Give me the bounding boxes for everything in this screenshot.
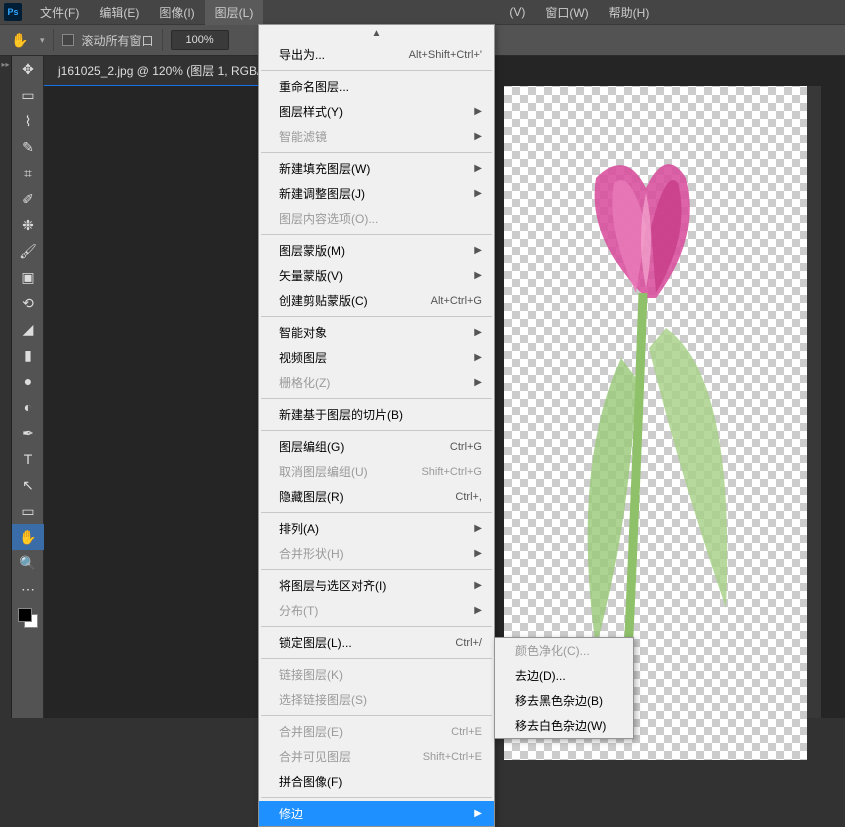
menu-select-linked: 选择链接图层(S) — [259, 687, 494, 712]
submenu-color-decon: 颜色净化(C)... — [495, 638, 633, 663]
scroll-up-icon[interactable]: ▲ — [259, 25, 494, 42]
menu-combine-shapes: 合并形状(H)▶ — [259, 541, 494, 566]
menu-new-slice[interactable]: 新建基于图层的切片(B) — [259, 402, 494, 427]
shape-tool[interactable]: ▭ — [12, 498, 44, 524]
menu-image[interactable]: 图像(I) — [149, 0, 204, 25]
menu-link: 链接图层(K) — [259, 662, 494, 687]
brush-tool[interactable]: 🖌 — [12, 238, 44, 264]
layer-menu-dropdown: ▲ 导出为...Alt+Shift+Ctrl+' 重命名图层... 图层样式(Y… — [258, 24, 495, 827]
healing-tool[interactable]: ❉ — [12, 212, 44, 238]
menu-smart-filter: 智能滤镜▶ — [259, 124, 494, 149]
type-tool[interactable]: T — [12, 446, 44, 472]
menu-arrange[interactable]: 排列(A)▶ — [259, 516, 494, 541]
matting-submenu: 颜色净化(C)... 去边(D)... 移去黑色杂边(B) 移去白色杂边(W) — [494, 637, 634, 739]
move-tool[interactable]: ✥ — [12, 56, 44, 82]
hand-tool[interactable]: ✋ — [12, 524, 44, 550]
chevron-down-icon[interactable]: ▾ — [40, 35, 45, 46]
menu-rasterize: 栅格化(Z)▶ — [259, 370, 494, 395]
menu-file[interactable]: 文件(F) — [30, 0, 89, 25]
submenu-defringe[interactable]: 去边(D)... — [495, 663, 633, 688]
marquee-tool[interactable]: ▭ — [12, 82, 44, 108]
scroll-all-checkbox[interactable] — [62, 34, 74, 46]
blur-tool[interactable]: ● — [12, 368, 44, 394]
submenu-remove-black[interactable]: 移去黑色杂边(B) — [495, 688, 633, 713]
menu-group[interactable]: 图层编组(G)Ctrl+G — [259, 434, 494, 459]
scroll-all-label: 滚动所有窗口 — [82, 32, 154, 49]
menu-ungroup: 取消图层编组(U)Shift+Ctrl+G — [259, 459, 494, 484]
tulip-image — [526, 138, 786, 708]
eraser-tool[interactable]: ◢ — [12, 316, 44, 342]
menu-align-selection[interactable]: 将图层与选区对齐(I)▶ — [259, 573, 494, 598]
menu-layer-mask[interactable]: 图层蒙版(M)▶ — [259, 238, 494, 263]
menu-merge-visible: 合并可见图层Shift+Ctrl+E — [259, 744, 494, 769]
more-tools[interactable]: ⋯ — [12, 576, 44, 602]
hand-tool-icon[interactable]: ✋ — [8, 28, 32, 52]
menu-vector-mask[interactable]: 矢量蒙版(V)▶ — [259, 263, 494, 288]
ps-logo: Ps — [4, 3, 22, 21]
stamp-tool[interactable]: ▣ — [12, 264, 44, 290]
menu-matting[interactable]: 修边▶ — [259, 801, 494, 826]
gradient-tool[interactable]: ▮ — [12, 342, 44, 368]
eyedropper-tool[interactable]: ✐ — [12, 186, 44, 212]
foreground-color[interactable] — [18, 608, 32, 622]
lasso-tool[interactable]: ⌇ — [12, 108, 44, 134]
vertical-scrollbar[interactable] — [807, 86, 821, 718]
history-brush-tool[interactable]: ⟲ — [12, 290, 44, 316]
submenu-remove-white[interactable]: 移去白色杂边(W) — [495, 713, 633, 738]
pen-tool[interactable]: ✒ — [12, 420, 44, 446]
color-swatch[interactable] — [18, 608, 38, 628]
tool-gutter: ▸▸ — [0, 56, 12, 718]
document-tab[interactable]: j161025_2.jpg @ 120% (图层 1, RGB/ — [44, 56, 274, 86]
toolbar: ✥ ▭ ⌇ ✎ ⌗ ✐ ❉ 🖌 ▣ ⟲ ◢ ▮ ● ◐ ✒ T ↖ ▭ ✋ 🔍 … — [12, 56, 44, 718]
crop-tool[interactable]: ⌗ — [12, 160, 44, 186]
menu-export-as[interactable]: 导出为...Alt+Shift+Ctrl+' — [259, 42, 494, 67]
menu-new-fill[interactable]: 新建填充图层(W)▶ — [259, 156, 494, 181]
menu-v[interactable]: (V) — [499, 1, 535, 23]
menu-video-layers[interactable]: 视频图层▶ — [259, 345, 494, 370]
menu-lock[interactable]: 锁定图层(L)...Ctrl+/ — [259, 630, 494, 655]
menu-layer-content-opts: 图层内容选项(O)... — [259, 206, 494, 231]
menu-flatten[interactable]: 拼合图像(F) — [259, 769, 494, 794]
expand-icon[interactable]: ▸▸ — [0, 56, 11, 69]
menubar: Ps 文件(F) 编辑(E) 图像(I) 图层(L) (V) 窗口(W) 帮助(… — [0, 0, 845, 24]
menu-edit[interactable]: 编辑(E) — [89, 0, 149, 25]
menu-new-adjust[interactable]: 新建调整图层(J)▶ — [259, 181, 494, 206]
quick-select-tool[interactable]: ✎ — [12, 134, 44, 160]
zoom-100-button[interactable]: 100% — [171, 30, 229, 50]
zoom-tool[interactable]: 🔍 — [12, 550, 44, 576]
menu-layer-style[interactable]: 图层样式(Y)▶ — [259, 99, 494, 124]
menu-clipping-mask[interactable]: 创建剪贴蒙版(C)Alt+Ctrl+G — [259, 288, 494, 313]
path-select-tool[interactable]: ↖ — [12, 472, 44, 498]
menu-layer[interactable]: 图层(L) — [205, 0, 264, 25]
menu-window[interactable]: 窗口(W) — [535, 0, 598, 25]
dodge-tool[interactable]: ◐ — [12, 394, 44, 420]
menu-help[interactable]: 帮助(H) — [599, 0, 660, 25]
menu-merge: 合并图层(E)Ctrl+E — [259, 719, 494, 744]
menu-smart-object[interactable]: 智能对象▶ — [259, 320, 494, 345]
menu-rename-layer[interactable]: 重命名图层... — [259, 74, 494, 99]
menu-distribute: 分布(T)▶ — [259, 598, 494, 623]
menu-hide[interactable]: 隐藏图层(R)Ctrl+, — [259, 484, 494, 509]
